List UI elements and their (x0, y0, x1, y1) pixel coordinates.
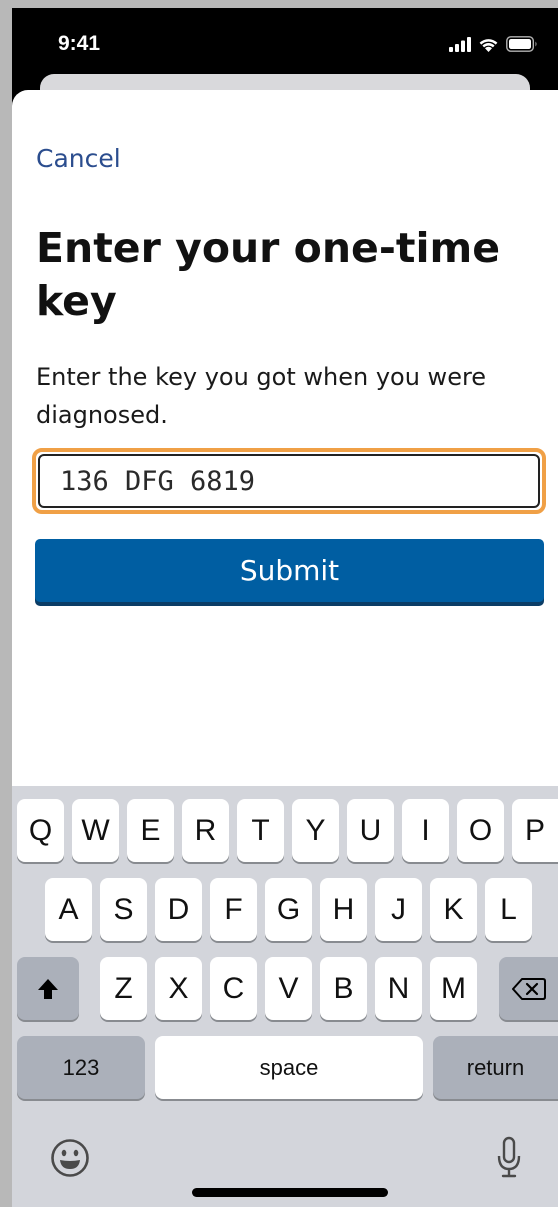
key-g[interactable]: G (265, 878, 312, 941)
home-indicator[interactable] (192, 1188, 388, 1197)
page-title: Enter your one-time key (36, 224, 501, 325)
backspace-icon (511, 977, 546, 1000)
keyboard: Q W E R T Y U I O P A S D F G H J K L Z … (12, 786, 558, 1207)
key-p[interactable]: P (512, 799, 558, 862)
key-w[interactable]: W (72, 799, 119, 862)
one-time-key-input[interactable]: 136 DFG 6819 (38, 454, 540, 508)
key-t[interactable]: T (237, 799, 284, 862)
key-y[interactable]: Y (292, 799, 339, 862)
wifi-icon (479, 39, 498, 52)
instruction-text: Enter the key you got when you were diag… (36, 363, 487, 429)
key-k[interactable]: K (430, 878, 477, 941)
microphone-icon[interactable] (496, 1136, 522, 1180)
return-key[interactable]: return (433, 1036, 558, 1099)
phone-screen: 9:41 Cancel Enter your one-time key Ente… (12, 8, 558, 1207)
key-j[interactable]: J (375, 878, 422, 941)
status-time: 9:41 (58, 32, 101, 55)
emoji-icon[interactable] (50, 1138, 90, 1178)
key-x[interactable]: X (155, 957, 202, 1020)
key-u[interactable]: U (347, 799, 394, 862)
key-o[interactable]: O (457, 799, 504, 862)
cancel-button[interactable]: Cancel (36, 144, 121, 173)
key-f[interactable]: F (210, 878, 257, 941)
key-l[interactable]: L (485, 878, 532, 941)
key-e[interactable]: E (127, 799, 174, 862)
shift-icon (38, 978, 58, 999)
key-q[interactable]: Q (17, 799, 64, 862)
shift-key[interactable] (17, 957, 79, 1020)
battery-icon (506, 36, 537, 52)
key-s[interactable]: S (100, 878, 147, 941)
key-c[interactable]: C (210, 957, 257, 1020)
numbers-key[interactable]: 123 (17, 1036, 145, 1099)
key-d[interactable]: D (155, 878, 202, 941)
signal-icon (449, 37, 471, 52)
key-m[interactable]: M (430, 957, 477, 1020)
status-icons (449, 36, 538, 52)
key-h[interactable]: H (320, 878, 367, 941)
key-a[interactable]: A (45, 878, 92, 941)
key-n[interactable]: N (375, 957, 422, 1020)
key-z[interactable]: Z (100, 957, 147, 1020)
key-input-focus-ring: 136 DFG 6819 (32, 448, 546, 514)
key-i[interactable]: I (402, 799, 449, 862)
delete-key[interactable] (499, 957, 558, 1020)
submit-button[interactable]: Submit (35, 539, 544, 602)
key-r[interactable]: R (182, 799, 229, 862)
key-v[interactable]: V (265, 957, 312, 1020)
space-key[interactable]: space (155, 1036, 423, 1099)
key-b[interactable]: B (320, 957, 367, 1020)
